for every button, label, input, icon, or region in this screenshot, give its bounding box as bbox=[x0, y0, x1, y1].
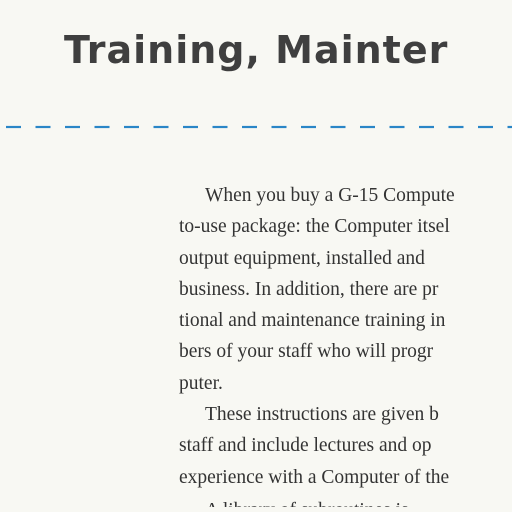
text-line: staff and include lectures and op bbox=[179, 435, 432, 457]
text-line: experience with a Computer of the bbox=[179, 466, 450, 488]
dashed-divider bbox=[6, 125, 512, 129]
document-page: Training, Mainter When you buy a G-15 Co… bbox=[0, 0, 512, 512]
text-line: to-use package: the Computer itsel bbox=[179, 216, 450, 238]
text-line: tional and maintenance training in bbox=[179, 310, 446, 332]
text-line: bers of your staff who will progr bbox=[179, 341, 434, 363]
text-line: When you buy a G-15 Compute bbox=[205, 185, 455, 206]
body-text: When you buy a G-15 Compute to-use packa… bbox=[0, 180, 512, 507]
text-line: puter. bbox=[179, 372, 223, 394]
text-line: These instructions are given b bbox=[205, 404, 439, 426]
text-line: business. In addition, there are pr bbox=[179, 278, 439, 300]
text-line: A library of subroutines is bbox=[0, 493, 512, 507]
section-heading: Training, Mainter bbox=[64, 28, 449, 72]
text-line: output equipment, installed and bbox=[179, 247, 425, 269]
